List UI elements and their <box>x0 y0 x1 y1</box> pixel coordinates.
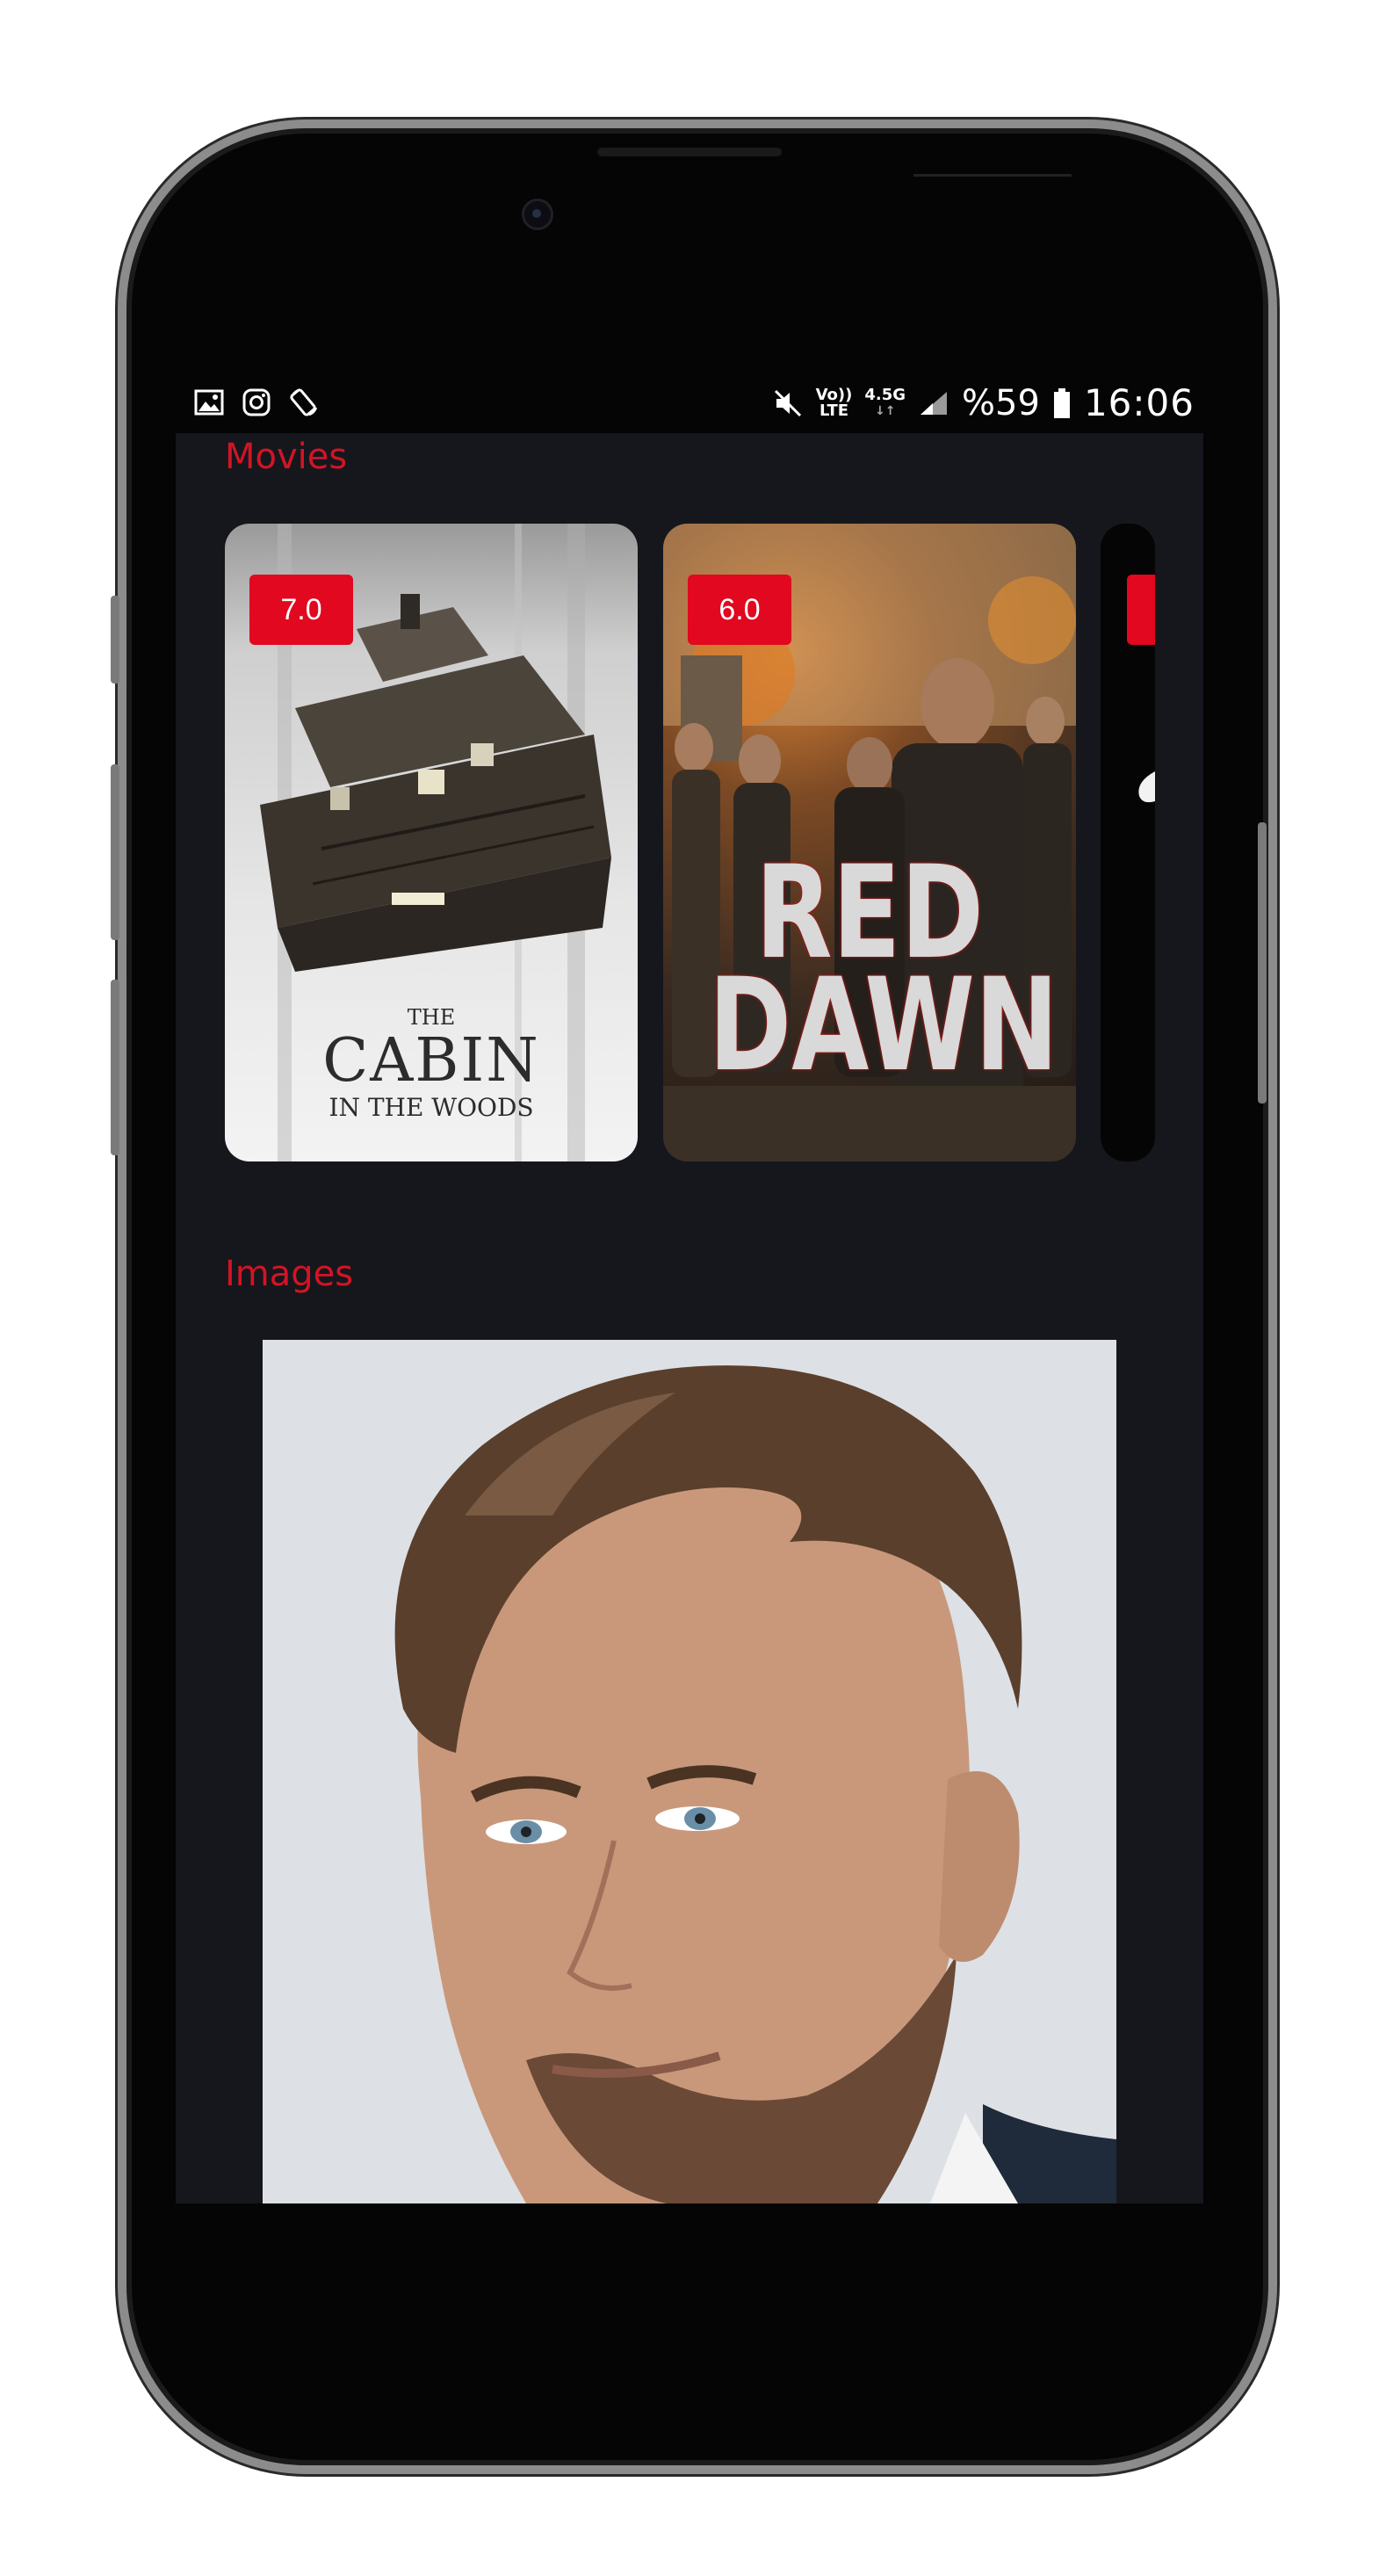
status-bar: Vo)) LTE 4.5G ↓↑ %59 16:06 <box>176 378 1203 431</box>
person-image[interactable] <box>263 1340 1116 2203</box>
cabin-poster-title-line3: IN THE WOODS <box>329 1093 534 1122</box>
volte-label-top: Vo)) <box>815 385 853 404</box>
data-arrows-icon: ↓↑ <box>874 403 896 418</box>
speaker-grille <box>597 148 782 156</box>
movie-rating-badge: 6.0 <box>688 575 791 645</box>
battery-percent: %59 <box>962 382 1040 423</box>
cabin-poster-title-line2: CABIN <box>322 1026 540 1096</box>
volume-down-button <box>111 980 119 1155</box>
front-camera <box>522 199 553 230</box>
movie-rating-badge <box>1127 575 1155 645</box>
signal-icon <box>918 387 949 419</box>
images-section-title: Images <box>225 1254 354 1294</box>
power-button <box>1258 822 1267 1103</box>
screen-rotate-icon <box>288 387 320 418</box>
volte-icon: Vo)) LTE <box>816 387 853 419</box>
volume-up-button <box>111 764 119 940</box>
network-label: 4.5G <box>864 385 906 404</box>
mute-icon <box>772 387 804 419</box>
battery-icon <box>1052 387 1072 419</box>
person-portrait <box>263 1340 1116 2203</box>
red-dawn-poster-title-line2: DAWN <box>708 951 1059 1100</box>
volte-label-bottom: LTE <box>819 401 849 420</box>
movies-section-title: Movies <box>225 437 348 477</box>
gallery-icon <box>193 387 225 418</box>
instagram-icon <box>241 387 272 418</box>
network-4g-icon: 4.5G ↓↑ <box>864 387 906 419</box>
side-button <box>111 596 119 684</box>
sensor-strip <box>913 174 1072 177</box>
app-screen: Movies THE CABIN IN THE WOODS 7.0 RED DA… <box>176 433 1203 2203</box>
movie-card-cabin-in-the-woods[interactable]: THE CABIN IN THE WOODS 7.0 <box>225 524 638 1161</box>
partial-poster-art <box>1138 771 1155 803</box>
clock: 16:06 <box>1083 381 1195 424</box>
movie-rating-badge: 7.0 <box>249 575 353 645</box>
movie-card-red-dawn[interactable]: RED DAWN 6.0 <box>663 524 1076 1161</box>
movie-card-partial[interactable] <box>1101 524 1155 1161</box>
